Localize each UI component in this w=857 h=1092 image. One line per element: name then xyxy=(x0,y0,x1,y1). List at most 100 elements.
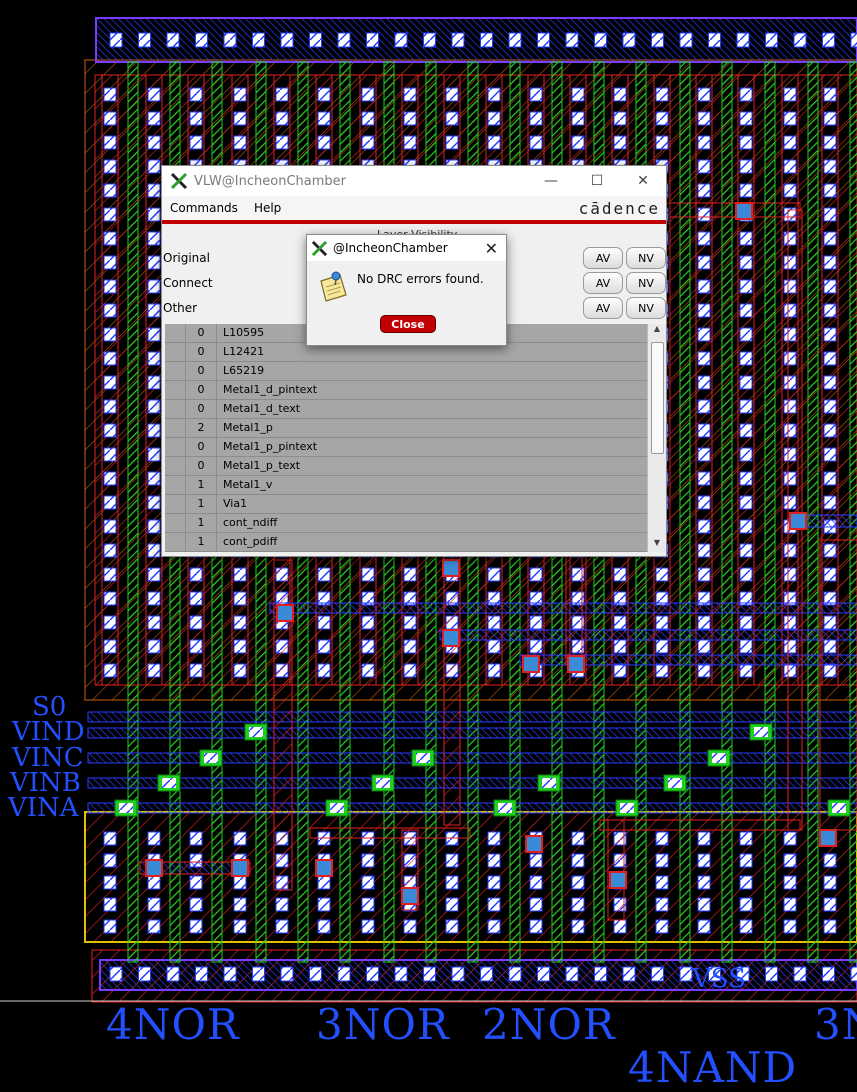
diffusion-contact xyxy=(739,897,753,912)
poly-gate xyxy=(127,61,139,963)
diffusion-contact xyxy=(823,423,837,438)
diffusion-contact xyxy=(103,543,117,558)
scrollbar-thumb[interactable] xyxy=(651,342,664,454)
diffusion-contact xyxy=(697,327,711,342)
layer-table-row[interactable]: 0 Metal1_d_pintext xyxy=(165,381,647,400)
diffusion-contact xyxy=(445,111,459,126)
menu-commands[interactable]: Commands xyxy=(162,201,246,215)
diffusion-contact xyxy=(103,663,117,678)
diffusion-contact xyxy=(103,567,117,582)
layer-table-row[interactable]: 0 Metal1_p_pintext xyxy=(165,438,647,457)
diffusion-contact xyxy=(697,231,711,246)
layer-table-row[interactable]: 1 cont_pdiff xyxy=(165,533,647,552)
rail-contact xyxy=(651,966,664,982)
row-select-cell[interactable] xyxy=(165,438,186,456)
connect-nv-button[interactable]: NV xyxy=(626,272,666,294)
diffusion-contact xyxy=(823,471,837,486)
close-button[interactable]: Close xyxy=(380,315,436,333)
diffusion-contact xyxy=(571,135,585,150)
layer-table-row[interactable]: 2 Metal1_p xyxy=(165,419,647,438)
diffusion-contact xyxy=(403,663,417,678)
diffusion-contact xyxy=(697,303,711,318)
other-nv-button[interactable]: NV xyxy=(626,297,666,319)
diffusion-contact xyxy=(233,919,247,934)
maximize-icon[interactable]: ☐ xyxy=(574,166,620,196)
via-cut xyxy=(754,727,768,737)
diffusion-contact xyxy=(103,111,117,126)
diffusion-contact xyxy=(487,875,501,890)
diffusion-contact xyxy=(655,111,669,126)
scroll-up-icon[interactable]: ▲ xyxy=(648,324,666,338)
diffusion-contact xyxy=(103,375,117,390)
diffusion-contact xyxy=(823,567,837,582)
poly-gate xyxy=(807,61,819,963)
other-av-button[interactable]: AV xyxy=(583,297,623,319)
rail-contact xyxy=(708,32,721,48)
diffusion-contact xyxy=(233,639,247,654)
layer-name: Metal1_p_pintext xyxy=(223,440,318,453)
rail-contact xyxy=(736,32,750,48)
dialog-close-icon[interactable]: ✕ xyxy=(485,239,498,258)
layer-table-row[interactable]: 1 Via1 xyxy=(165,495,647,514)
layer-table-row[interactable]: 0 Metal1_p_text xyxy=(165,457,647,476)
diffusion-contact xyxy=(655,919,669,934)
row-select-cell[interactable] xyxy=(165,476,186,494)
layer-count: 1 xyxy=(186,533,217,551)
layer-table[interactable]: 0 L10595 0 L12421 0 L65219 0 Metal1_d_pintext 0 M… xyxy=(165,324,647,552)
row-select-cell[interactable] xyxy=(165,495,186,513)
diffusion-contact xyxy=(361,135,375,150)
diffusion-contact xyxy=(403,135,417,150)
rail-contact xyxy=(195,32,208,48)
diffusion-contact xyxy=(445,87,459,102)
cell-label-4nand: 4NAND xyxy=(628,1043,798,1092)
layer-name: Metal1_d_pintext xyxy=(223,383,318,396)
row-select-cell[interactable] xyxy=(165,419,186,437)
layer-table-row[interactable]: 1 Metal1_v xyxy=(165,476,647,495)
diffusion-contact xyxy=(823,919,837,934)
minimize-icon[interactable]: — xyxy=(528,166,574,196)
original-nv-button[interactable]: NV xyxy=(626,247,666,269)
rail-contact xyxy=(195,966,208,982)
connect-av-button[interactable]: AV xyxy=(583,272,623,294)
diffusion-contact xyxy=(103,471,117,486)
rail-contact xyxy=(166,966,180,982)
close-icon[interactable]: ✕ xyxy=(620,166,666,196)
window-titlebar[interactable]: VLW@IncheonChamber — ☐ ✕ xyxy=(162,166,666,196)
diffusion-contact xyxy=(739,231,753,246)
diffusion-contact xyxy=(529,875,543,890)
diffusion-contact xyxy=(697,567,711,582)
layer-table-row[interactable]: 1 cont_ndiff xyxy=(165,514,647,533)
original-av-button[interactable]: AV xyxy=(583,247,623,269)
via-cut xyxy=(668,778,682,788)
diffusion-contact xyxy=(403,639,417,654)
row-select-cell[interactable] xyxy=(165,324,186,342)
diffusion-contact xyxy=(529,853,543,868)
row-select-cell[interactable] xyxy=(165,514,186,532)
diffusion-contact xyxy=(103,919,117,934)
diffusion-contact xyxy=(317,135,331,150)
diffusion-contact xyxy=(697,279,711,294)
diffusion-contact xyxy=(361,639,375,654)
rail-contact xyxy=(451,966,465,982)
dialog-titlebar[interactable]: @IncheonChamber ✕ xyxy=(307,235,506,261)
row-select-cell[interactable] xyxy=(165,457,186,475)
scroll-down-icon[interactable]: ▼ xyxy=(648,538,666,552)
row-select-cell[interactable] xyxy=(165,381,186,399)
diffusion-contact xyxy=(783,231,797,246)
diffusion-contact xyxy=(103,135,117,150)
diffusion-contact xyxy=(317,919,331,934)
diffusion-contact xyxy=(739,159,753,174)
row-select-cell[interactable] xyxy=(165,362,186,380)
row-select-cell[interactable] xyxy=(165,343,186,361)
layer-table-row[interactable]: 0 Metal1_d_text xyxy=(165,400,647,419)
diffusion-contact xyxy=(655,87,669,102)
diffusion-contact xyxy=(147,231,161,246)
row-select-cell[interactable] xyxy=(165,533,186,551)
layer-table-row[interactable]: 0 L65219 xyxy=(165,362,647,381)
row-select-cell[interactable] xyxy=(165,400,186,418)
layer-table-scrollbar[interactable]: ▲ ▼ xyxy=(647,324,666,552)
menu-help[interactable]: Help xyxy=(246,201,289,215)
rail-contact xyxy=(138,966,151,982)
diffusion-contact xyxy=(361,853,375,868)
layer-count: 0 xyxy=(186,438,217,456)
